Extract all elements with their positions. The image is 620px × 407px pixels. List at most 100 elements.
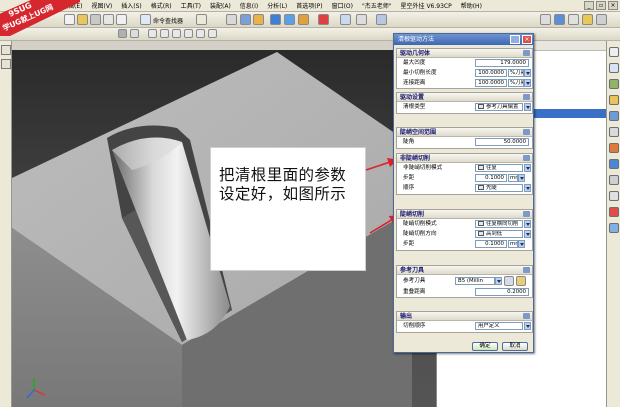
steep-direction-row: 陡峭切削方向 高到低 (397, 229, 532, 239)
merge-distance-unit[interactable]: %刀具 (508, 79, 524, 87)
steep-direction-label: 陡峭切削方向 (403, 231, 437, 237)
non-steep-stepover-unit-dropdown[interactable] (518, 174, 525, 182)
dialog-help-button[interactable] (510, 35, 520, 44)
collapse-icon[interactable] (523, 50, 530, 56)
non-steep-stepover-row: 步距 0.1000 mm (397, 173, 532, 183)
non-steep-order-dropdown[interactable] (524, 184, 531, 192)
merge-distance-unit-dropdown[interactable] (524, 79, 531, 87)
section-title: 陡峭切削 (400, 211, 425, 218)
steep-angle-label: 陡角 (403, 139, 415, 145)
steep-direction-dropdown[interactable] (524, 230, 531, 238)
reference-tool-label: 参考刀具 (403, 278, 426, 284)
reference-tool-dropdown[interactable] (495, 277, 502, 285)
min-cut-length-unit-dropdown[interactable] (524, 69, 531, 77)
max-concave-label: 最大凹度 (403, 60, 426, 66)
non-steep-order-row: 顺序 先陡 (397, 183, 532, 193)
non-steep-stepover-label: 步距 (403, 175, 415, 181)
cut-order-dropdown[interactable] (524, 322, 531, 330)
non-steep-pattern-value: 往复 (486, 165, 497, 171)
section-title: 参考刀具 (400, 267, 425, 274)
cut-order-label: 切削顺序 (403, 323, 426, 329)
edit-tool-icon[interactable] (516, 276, 526, 286)
min-cut-length-unit[interactable]: %刀具 (508, 69, 524, 77)
cut-order-row: 切削顺序 用户定义 (397, 321, 532, 331)
non-steep-pattern-select[interactable]: 往复 (475, 164, 523, 172)
section-header[interactable]: 非陡峭切削 (397, 154, 532, 163)
merge-distance-row: 连接距离 100.0000 %刀具 (397, 78, 532, 88)
non-steep-order-select[interactable]: 先陡 (475, 184, 523, 192)
steep-direction-value: 高到低 (486, 231, 503, 237)
steep-first-icon (478, 185, 484, 190)
non-steep-stepover-input[interactable]: 0.1000 (475, 174, 507, 182)
non-steep-order-value: 先陡 (486, 185, 497, 191)
steep-stepover-input[interactable]: 0.1000 (475, 240, 507, 248)
merge-distance-input[interactable]: 100.0000 (475, 79, 507, 87)
collapse-icon[interactable] (523, 211, 530, 217)
overlap-distance-row: 重叠距离 0.2000 (397, 287, 532, 297)
steep-angle-input[interactable]: 50.0000 (475, 138, 529, 146)
non-steep-stepover-unit[interactable]: mm (508, 174, 518, 182)
steep-pattern-label: 陡峭切削模式 (403, 221, 437, 227)
section-header[interactable]: 驱动几何体 (397, 49, 532, 58)
collapse-icon[interactable] (523, 155, 530, 161)
flowcut-type-select[interactable]: 参考刀具偏置 (475, 103, 523, 111)
section-title: 非陡峭切削 (400, 155, 431, 162)
max-concave-input[interactable]: 179.0000 (475, 59, 529, 67)
cut-order-select[interactable]: 用户定义 (475, 322, 523, 330)
collapse-icon[interactable] (523, 94, 530, 100)
merge-distance-label: 连接距离 (403, 80, 426, 86)
section-title: 输出 (400, 313, 413, 320)
flowcut-type-row: 清根类型 参考刀具偏置 (397, 102, 532, 112)
non-steep-pattern-label: 非陡峭切削模式 (403, 165, 443, 171)
section-header[interactable]: 参考刀具 (397, 266, 532, 275)
section-header[interactable]: 输出 (397, 312, 532, 321)
steep-pattern-dropdown[interactable] (524, 220, 531, 228)
steep-direction-select[interactable]: 高到低 (475, 230, 523, 238)
section-header[interactable]: 陡峭切削 (397, 210, 532, 219)
min-cut-length-input[interactable]: 100.0000 (475, 69, 507, 77)
ok-button[interactable]: 确定 (472, 342, 498, 351)
section-header[interactable]: 陡峭空间范围 (397, 128, 532, 137)
steep-pattern-value: 往复横向切削 (486, 221, 519, 227)
flowcut-type-dropdown[interactable] (524, 103, 531, 111)
overlap-distance-input[interactable]: 0.2000 (475, 288, 529, 296)
steep-stepover-row: 步距 0.1000 mm (397, 239, 532, 249)
steep-pattern-select[interactable]: 往复横向切削 (475, 220, 523, 228)
dialog-titlebar[interactable]: 清根驱动方法 × (394, 34, 533, 45)
non-steep-pattern-dropdown[interactable] (524, 164, 531, 172)
non-steep-pattern-row: 非陡峭切削模式 往复 (397, 163, 532, 173)
zig-zag-icon (478, 165, 484, 170)
section-output: 输出 切削顺序 用户定义 (396, 311, 533, 333)
section-drive-geometry: 驱动几何体 最大凹度 179.0000 最小切削长度 100.0000 %刀具 … (396, 48, 533, 89)
overlap-distance-label: 重叠距离 (403, 289, 426, 295)
dialog-close-button[interactable]: × (522, 35, 532, 44)
steep-angle-row: 陡角 50.0000 (397, 137, 532, 147)
reference-tool-icon (478, 104, 484, 109)
zig-zag-with-lifts-icon (478, 221, 484, 226)
steep-stepover-label: 步距 (403, 241, 415, 247)
collapse-icon[interactable] (523, 129, 530, 135)
flowcut-drive-dialog: 清根驱动方法 × 驱动几何体 最大凹度 179.0000 最小切削长度 100.… (393, 33, 534, 353)
collapse-icon[interactable] (523, 267, 530, 273)
collapse-icon[interactable] (523, 313, 530, 319)
steep-stepover-unit[interactable]: mm (508, 240, 518, 248)
steep-pattern-row: 陡峭切削模式 往复横向切削 (397, 219, 532, 229)
section-title: 驱动几何体 (400, 50, 431, 57)
steep-stepover-unit-dropdown[interactable] (518, 240, 525, 248)
section-non-steep-cutting: 非陡峭切削 非陡峭切削模式 往复 步距 0.1000 mm 顺序 先陡 (396, 153, 533, 195)
reference-tool-select[interactable]: B5 (Millin (455, 277, 495, 285)
section-reference-tool: 参考刀具 参考刀具 B5 (Millin 重叠距离 0.2000 (396, 265, 533, 298)
section-title: 驱动设置 (400, 94, 425, 101)
section-header[interactable]: 驱动设置 (397, 93, 532, 102)
high-to-low-icon (478, 231, 484, 236)
section-steep-containment: 陡峭空间范围 陡角 50.0000 (396, 127, 533, 149)
flowcut-type-value: 参考刀具偏置 (486, 104, 519, 110)
section-drive-settings: 驱动设置 清根类型 参考刀具偏置 (396, 92, 533, 114)
non-steep-order-label: 顺序 (403, 185, 415, 191)
min-cut-length-label: 最小切削长度 (403, 70, 437, 76)
flowcut-type-label: 清根类型 (403, 104, 426, 110)
new-tool-icon[interactable] (504, 276, 514, 286)
min-cut-length-row: 最小切削长度 100.0000 %刀具 (397, 68, 532, 78)
cancel-button[interactable]: 取消 (502, 342, 528, 351)
max-concave-row: 最大凹度 179.0000 (397, 58, 532, 68)
